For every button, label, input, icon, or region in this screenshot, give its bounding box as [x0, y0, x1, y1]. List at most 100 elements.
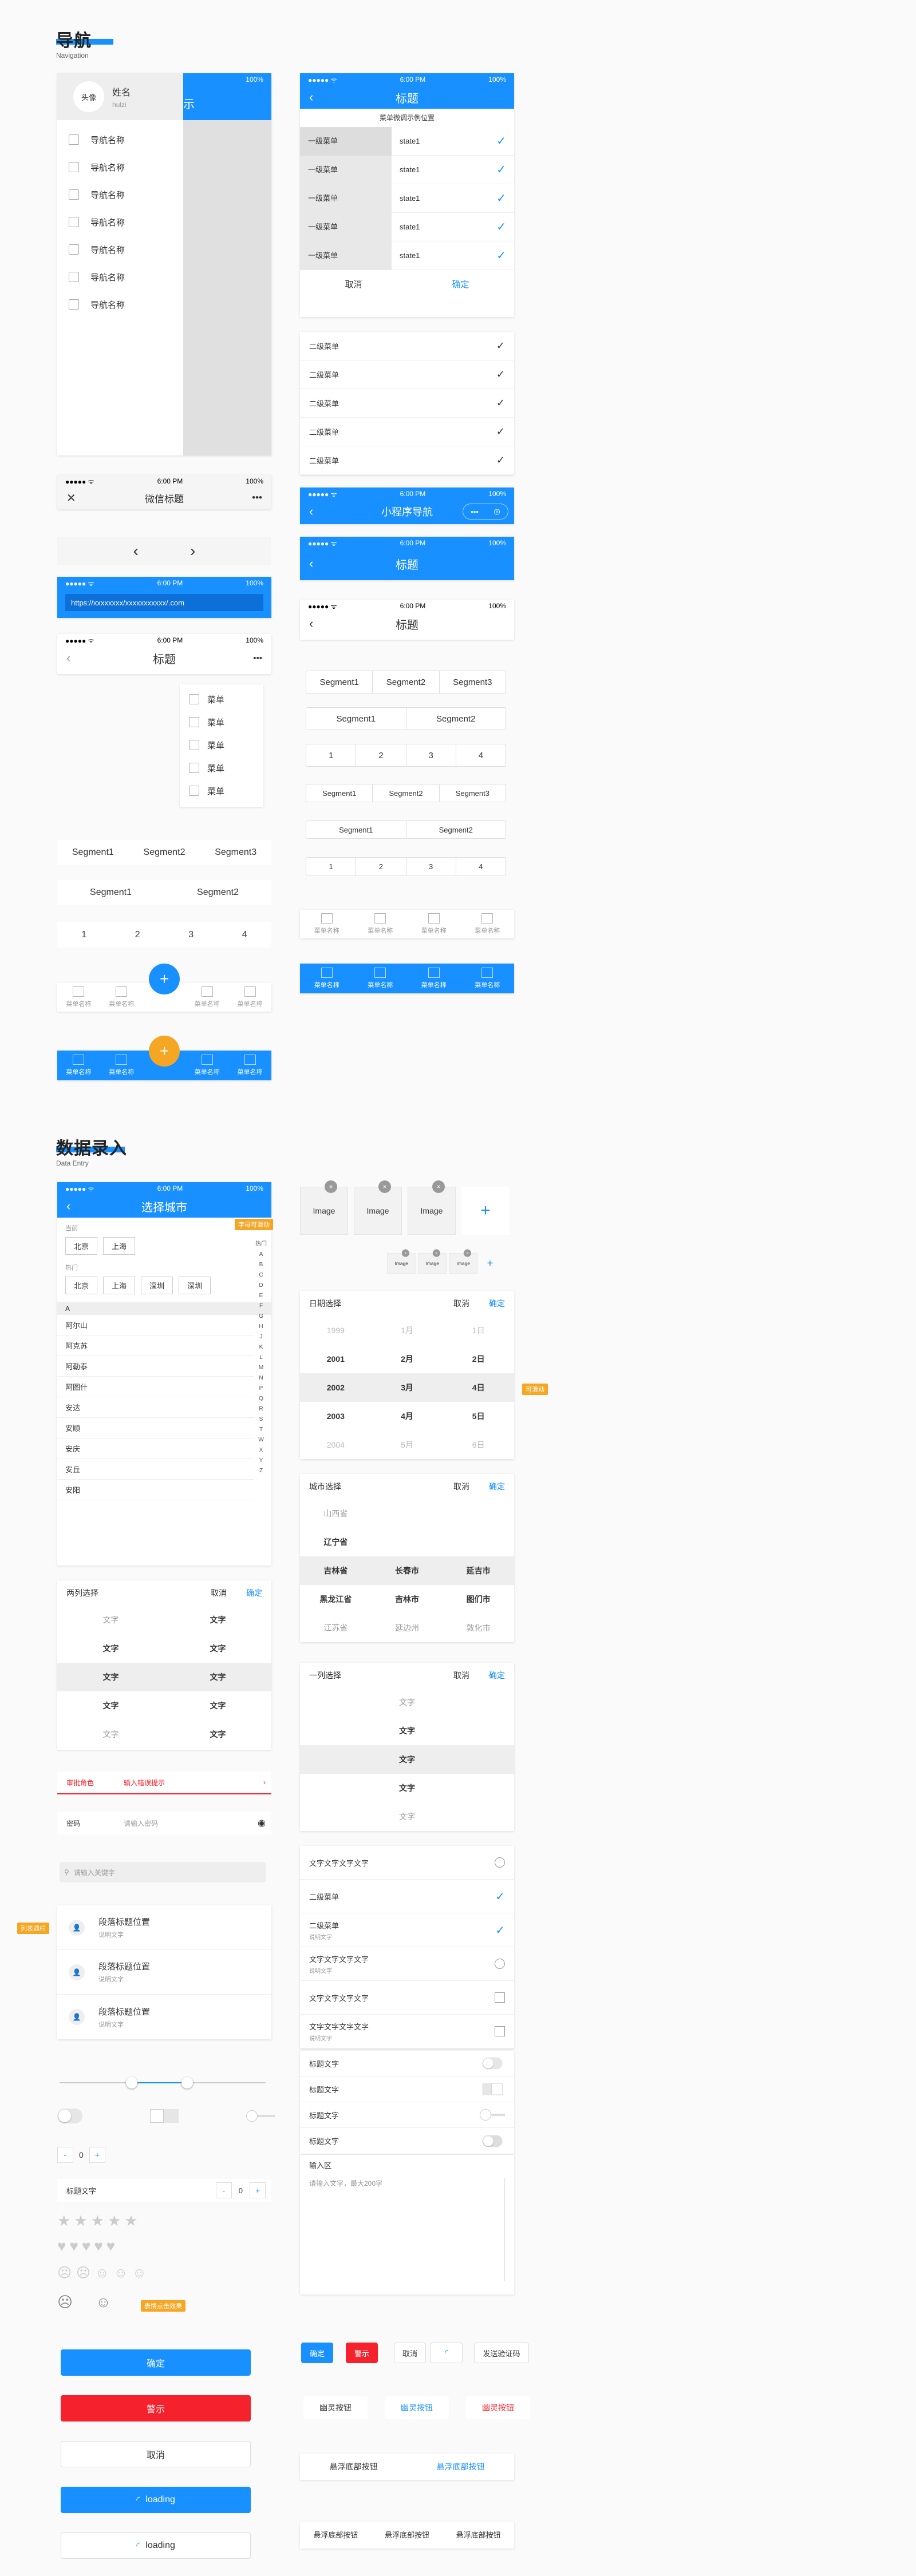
tab-item[interactable]: 菜单名称	[228, 983, 271, 1012]
list-item[interactable]: 👤 段落标题位置 说明文字	[57, 1995, 271, 2039]
check-icon[interactable]: ✓	[495, 1889, 505, 1904]
ghost-button-red[interactable]: 幽灵按钮	[466, 2396, 530, 2419]
face-icon[interactable]: ☺	[132, 2265, 151, 2281]
city-picker-row[interactable]: 辽宁省	[300, 1528, 514, 1556]
confirm-button[interactable]: 确定	[61, 2349, 251, 2376]
index-letter[interactable]: E	[254, 1291, 268, 1301]
picker-columns[interactable]: 文字 文字 文字 文字 文字 文字 文字 文字 文字 文字	[57, 1606, 271, 1749]
face-rating[interactable]: ☹☹☺☺☺	[57, 2265, 151, 2281]
tab-item[interactable]: 菜单名称	[57, 1051, 100, 1080]
float-button[interactable]: 悬浮底部按钮	[372, 2522, 443, 2549]
index-letter[interactable]: G	[254, 1311, 268, 1322]
sad-face-icon[interactable]: ☹	[57, 2293, 96, 2311]
index-letter[interactable]: S	[254, 1414, 268, 1425]
index-letter[interactable]: T	[254, 1425, 268, 1435]
level1-item[interactable]: 一级菜单	[300, 241, 392, 270]
cancel-button[interactable]: 取消	[453, 1670, 469, 1681]
letter-index[interactable]: 热门 ABCDEFGHJKLMNPQRSTWXYZ	[254, 1239, 268, 1476]
drawer-item[interactable]: 导航名称	[57, 263, 183, 291]
cancel-button[interactable]: 取消	[211, 1587, 227, 1599]
tab-item[interactable]: 菜单名称	[354, 910, 408, 938]
index-letter[interactable]: H	[254, 1322, 268, 1332]
city-list-item[interactable]: 阿勒泰	[57, 1356, 254, 1377]
image-thumb[interactable]: × Image	[300, 1180, 348, 1235]
warn-button[interactable]: 警示	[61, 2395, 251, 2422]
index-letter[interactable]: D	[254, 1281, 268, 1291]
float-button[interactable]: 悬浮底部按钮	[300, 2454, 407, 2480]
index-letter[interactable]: Q	[254, 1394, 268, 1404]
index-letter[interactable]: R	[254, 1404, 268, 1414]
confirm-button[interactable]: 确定	[489, 1670, 505, 1681]
heart-rating[interactable]: ♥♥♥♥♥	[57, 2237, 119, 2255]
smile-face-icon[interactable]: ☺	[96, 2293, 134, 2311]
index-letter[interactable]: K	[254, 1342, 268, 1353]
city-picker-row[interactable]: 山西省	[300, 1499, 514, 1528]
range-slider[interactable]	[60, 2077, 266, 2088]
loading-button-plain[interactable]: ◜ loading	[61, 2533, 251, 2559]
eye-icon[interactable]: ◉	[258, 1817, 266, 1829]
image-thumb[interactable]: × Image	[408, 1180, 456, 1235]
star-icon[interactable]: ★	[57, 2212, 74, 2229]
heart-icon[interactable]: ♥	[106, 2237, 119, 2254]
index-letter[interactable]: P	[254, 1384, 268, 1394]
drawer-item[interactable]: 导航名称	[57, 208, 183, 236]
stepper-value[interactable]: 0	[79, 2150, 84, 2159]
loading-button[interactable]: ◜ loading	[61, 2487, 251, 2513]
drawer-item[interactable]: 导航名称	[57, 236, 183, 263]
index-letter[interactable]: Z	[254, 1466, 268, 1476]
cancel-button[interactable]: 取消	[453, 1298, 469, 1309]
city-chip[interactable]: 上海	[103, 1277, 136, 1294]
date-columns[interactable]: 1999 2001 2002 2003 2004 1月 2月 3月 4月 5月 1日 2日 4日 5日…	[300, 1316, 514, 1459]
tab-item[interactable]: 菜单名称	[57, 983, 100, 1012]
level2-item[interactable]: 二级菜单 ✓	[300, 332, 514, 360]
check-icon[interactable]: ✓	[495, 1923, 505, 1937]
star-rating[interactable]: ★★★★★	[57, 2212, 141, 2230]
close-icon[interactable]: ✕	[66, 491, 76, 505]
confirm-button[interactable]: 确定	[246, 1587, 262, 1599]
float-button[interactable]: 悬浮底部按钮	[300, 2522, 372, 2549]
city-list-item[interactable]: 阿图什	[57, 1377, 254, 1397]
slider-handle[interactable]	[126, 2077, 137, 2088]
city-list-item[interactable]: 安庆	[57, 1438, 254, 1459]
toggle[interactable]	[57, 2109, 82, 2123]
segment-item[interactable]: Segment3	[200, 840, 271, 865]
drawer-item[interactable]: 导航名称	[57, 181, 183, 208]
heart-icon[interactable]: ♥	[94, 2237, 106, 2254]
city-chip[interactable]: 上海	[103, 1237, 136, 1255]
segment-item[interactable]: Segment2	[129, 840, 200, 865]
cancel-button[interactable]: 取消	[300, 278, 407, 290]
index-letter[interactable]: L	[254, 1353, 268, 1363]
segment-item[interactable]: 2	[111, 922, 165, 948]
more-icon[interactable]: •••	[252, 492, 262, 504]
dropdown-item[interactable]: 菜单	[180, 734, 263, 756]
index-letter[interactable]: F	[254, 1301, 268, 1311]
tab-item[interactable]: 菜单名称	[300, 964, 354, 993]
state-item[interactable]: state1 ✓	[392, 184, 514, 213]
next-arrow-icon[interactable]: ›	[190, 542, 195, 560]
cancel-button[interactable]: 取消	[453, 1481, 469, 1492]
cancel-button[interactable]: 取消	[61, 2441, 251, 2467]
index-letter[interactable]: N	[254, 1373, 268, 1384]
more-icon[interactable]: •••	[471, 508, 479, 516]
confirm-button-small[interactable]: 确定	[301, 2343, 333, 2363]
capsule-menu[interactable]: ••• ◎	[463, 504, 508, 520]
face-icon[interactable]: ☺	[95, 2265, 114, 2281]
close-icon[interactable]: ×	[325, 1180, 337, 1193]
image-thumb[interactable]: × Image	[418, 1249, 447, 1274]
cancel-button-small[interactable]: 取消	[394, 2343, 426, 2363]
confirm-button[interactable]: 确定	[489, 1481, 505, 1492]
level2-item[interactable]: 二级菜单 ✓	[300, 418, 514, 446]
square-toggle[interactable]	[150, 2109, 179, 2123]
drawer-item[interactable]: 导航名称	[57, 126, 183, 153]
radio-icon[interactable]	[495, 1959, 505, 1969]
back-icon[interactable]: ‹	[309, 556, 313, 571]
drawer-item[interactable]: 导航名称	[57, 291, 183, 318]
city-list-item[interactable]: 阿克苏	[57, 1335, 254, 1356]
index-letter[interactable]: Y	[254, 1456, 268, 1466]
close-icon[interactable]: ×	[401, 1249, 409, 1257]
selection-item[interactable]: 文字文字文字文字 说明文字	[300, 1947, 514, 1981]
segment-item[interactable]: 4	[218, 922, 272, 948]
level1-item[interactable]: 一级菜单	[300, 156, 392, 184]
level2-item[interactable]: 二级菜单 ✓	[300, 360, 514, 389]
index-letter[interactable]: X	[254, 1445, 268, 1456]
